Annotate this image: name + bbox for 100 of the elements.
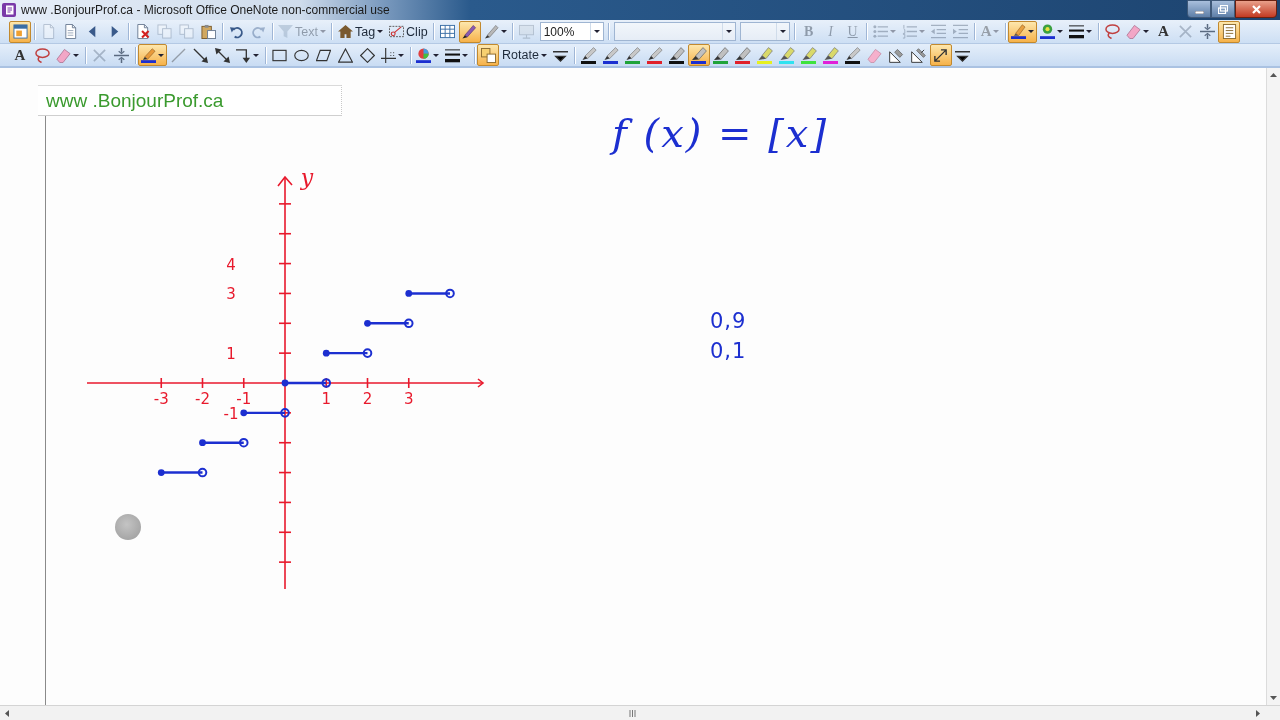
cursor-dot-icon xyxy=(115,514,141,540)
zoom-dropdown[interactable]: 100% xyxy=(539,22,604,41)
toolbar-button[interactable]: Rotate xyxy=(499,44,550,66)
double-arrow-icon xyxy=(214,47,230,63)
window-button[interactable] xyxy=(9,20,31,43)
filled-dot-icon xyxy=(364,319,371,327)
caret-icon xyxy=(1143,30,1150,33)
caret-icon xyxy=(1028,30,1035,33)
dropdown-value: 100% xyxy=(542,24,575,39)
tick-label: 1 xyxy=(226,345,236,364)
corner-arrow-icon xyxy=(236,47,251,63)
indent-icon xyxy=(953,24,969,39)
arrow-icon xyxy=(192,47,208,63)
parallelogram-icon xyxy=(315,47,331,63)
undo-icon xyxy=(228,24,244,39)
notes-panel-icon xyxy=(1222,24,1237,39)
tick-label: -1 xyxy=(236,390,252,408)
line-weight-icon xyxy=(445,47,460,63)
pen-icon xyxy=(624,46,641,60)
tick-label: 3 xyxy=(226,285,236,304)
resize-arrows-icon xyxy=(933,47,949,63)
highlighter-icon xyxy=(778,46,795,60)
line-icon xyxy=(170,47,186,63)
caret-icon xyxy=(433,53,439,57)
dropdown-arrow[interactable] xyxy=(721,23,735,40)
restore-icon xyxy=(1218,4,1228,14)
toolbar-button[interactable]: Tag xyxy=(334,20,387,43)
caret-icon xyxy=(889,30,896,33)
filled-dot-icon xyxy=(322,349,330,357)
open-dot-icon xyxy=(280,408,290,418)
dropdown-arrow[interactable] xyxy=(589,23,603,40)
open-dot-icon xyxy=(238,437,249,448)
resize-arrows-button[interactable] xyxy=(929,44,952,66)
eraser-icon xyxy=(1126,24,1142,39)
open-dot-icon xyxy=(321,378,332,388)
redo-icon xyxy=(250,24,266,39)
marker-button[interactable] xyxy=(687,44,710,66)
handwritten-note: 0,9 xyxy=(710,308,747,334)
step-segment xyxy=(285,381,327,385)
caret-icon xyxy=(462,53,468,57)
close-button[interactable] xyxy=(1235,0,1277,18)
caret-icon xyxy=(500,30,507,33)
caret-icon xyxy=(158,53,164,57)
shapes-icon xyxy=(480,47,496,63)
pen-icon xyxy=(141,47,156,63)
pen-icon xyxy=(483,24,499,39)
page-title-field[interactable]: www .BonjourProf.ca xyxy=(38,85,342,116)
step-segment xyxy=(161,471,203,474)
restore-button[interactable] xyxy=(1211,0,1235,18)
eraser-icon xyxy=(867,47,883,63)
color-wheel-icon xyxy=(416,47,431,63)
color-picker-icon xyxy=(1040,24,1056,39)
toolbar-button[interactable]: Clip xyxy=(386,20,431,43)
window-title: www .BonjourProf.ca - Microsoft Office OneNote non-commercial use xyxy=(21,3,390,17)
caret-icon xyxy=(377,30,384,33)
house-icon xyxy=(337,24,353,39)
insert-space-icon xyxy=(1200,24,1215,39)
minimize-button[interactable] xyxy=(1187,0,1211,18)
caret-icon xyxy=(73,53,79,57)
handwritten-note: 0,1 xyxy=(710,338,747,364)
caret-icon xyxy=(540,53,547,57)
font-button[interactable]: A xyxy=(9,44,31,66)
tick-label: -3 xyxy=(153,390,169,408)
eraser-icon xyxy=(56,47,71,63)
triangle-ruler-icon xyxy=(911,47,927,63)
caret-icon xyxy=(253,53,259,57)
dropdown-arrow[interactable] xyxy=(775,23,789,40)
table-icon xyxy=(440,24,456,39)
shapes-button[interactable] xyxy=(477,44,499,66)
window-icon xyxy=(12,24,28,39)
notes-panel-button[interactable] xyxy=(1218,20,1241,43)
filled-dot-icon xyxy=(281,379,289,387)
highlighter-button[interactable] xyxy=(1008,20,1038,43)
minimize-icon xyxy=(1194,10,1204,14)
insert-space-icon xyxy=(113,47,129,63)
caret-icon xyxy=(398,53,404,57)
up-arrow-icon xyxy=(1270,73,1277,77)
copy-icon xyxy=(178,24,194,39)
vertical-scrollbar[interactable] xyxy=(1266,68,1280,705)
filled-dot-icon xyxy=(157,469,165,476)
horizontal-scrollbar[interactable] xyxy=(0,705,1280,720)
page-icon xyxy=(40,24,56,39)
screen-clip-icon xyxy=(389,24,405,39)
open-dot-icon xyxy=(197,467,208,478)
marker-icon xyxy=(734,46,751,60)
tick-label: 4 xyxy=(226,255,236,274)
pen-button[interactable] xyxy=(138,44,167,66)
down-arrow-icon xyxy=(1270,696,1277,700)
outdent-icon xyxy=(931,24,947,39)
close-icon xyxy=(1251,4,1261,14)
caret-icon xyxy=(918,30,925,33)
font-button[interactable]: A xyxy=(1152,20,1175,43)
page-icon xyxy=(62,24,78,39)
tick-label: -2 xyxy=(195,390,210,408)
rectangle-icon xyxy=(271,47,287,63)
highlighter-icon xyxy=(822,46,839,60)
cross-icon xyxy=(91,47,107,63)
tick-label: 3 xyxy=(404,390,414,408)
caret-icon xyxy=(593,30,600,33)
tick-label: -1 xyxy=(223,404,239,423)
